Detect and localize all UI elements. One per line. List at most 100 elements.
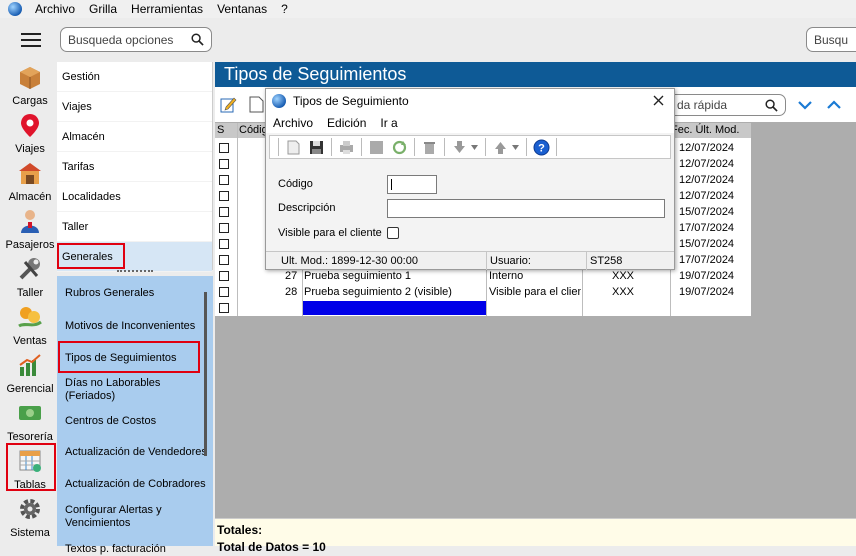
row-checkbox[interactable] [219,191,229,201]
row-checkbox[interactable] [219,303,229,313]
sidebar-gerencial[interactable]: Gerencial [0,352,60,395]
edit-icon[interactable] [220,96,237,113]
stop-icon[interactable] [368,139,385,156]
global-search-input[interactable]: Busqu [806,27,856,52]
user-label: Usuario: [490,255,531,267]
dialog-menu-edicion[interactable]: Edición [327,116,366,130]
codigo-input[interactable] [387,175,437,194]
arrow-down-icon[interactable] [451,139,468,156]
tipos-seguimiento-dialog: Tipos de Seguimiento Archivo Edición Ir … [265,88,675,270]
generales-highlight-box [57,243,125,269]
row-checkbox[interactable] [219,143,229,153]
table-row[interactable]: 28 Prueba seguimiento 2 (visible) Visibl… [215,284,751,300]
sidebar-sistema[interactable]: Sistema [0,496,60,539]
row-checkbox[interactable] [219,159,229,169]
menu-item-taller[interactable]: Taller [57,212,212,242]
menu-archivo[interactable]: Archivo [28,2,82,16]
sidebar-pasajeros[interactable]: Pasajeros [0,208,60,251]
row-checkbox[interactable] [219,239,229,249]
sidebar-ventas[interactable]: Ventas [0,304,60,347]
menu-item-almacen[interactable]: Almacén [57,122,212,152]
col-header-s[interactable]: S [217,124,224,136]
new-document-icon[interactable] [249,96,264,113]
sidebar-taller[interactable]: Taller [0,256,60,299]
descripcion-label: Descripción [278,202,336,214]
delete-icon[interactable] [421,139,438,156]
dialog-statusbar: Ult. Mod.: 1899-12-30 00:00 Usuario: ST2… [266,251,674,270]
wrench-icon [19,258,40,280]
table-row[interactable]: 27 Prueba seguimiento 1 Interno XXX 19/0… [215,268,751,284]
tablas-highlight-box [6,443,56,491]
row-checkbox[interactable] [219,175,229,185]
menu-item-gestion[interactable]: Gestión [57,62,212,92]
options-search-input[interactable]: Busqueda opciones [60,27,212,52]
search-icon[interactable] [765,99,778,112]
dropdown-arrow-icon[interactable] [471,144,478,150]
row-checkbox[interactable] [219,271,229,281]
chart-icon [19,354,41,376]
table-row-new[interactable] [215,300,751,316]
arrow-up-icon[interactable] [492,139,509,156]
totals-panel: Totales: Total de Datos = 10 [215,518,856,554]
menu-item-tarifas[interactable]: Tarifas [57,152,212,182]
submenu-scrollbar[interactable] [204,292,207,456]
sidebar-viajes[interactable]: Viajes [0,112,60,155]
save-icon[interactable] [308,139,325,156]
help-icon[interactable]: ? [533,139,550,156]
submenu-configurar-alertas[interactable]: Configurar Alertas y Vencimientos [57,500,213,534]
codigo-label: Código [278,178,313,190]
print-icon[interactable] [338,139,355,156]
warehouse-icon [19,163,41,184]
submenu-rubros-generales[interactable]: Rubros Generales [57,276,213,310]
col-header-fecha[interactable]: Fec. Últ. Mod. [671,124,739,136]
dialog-menu-ir-a[interactable]: Ir a [380,116,397,130]
svg-text:?: ? [538,142,545,154]
last-modified-text: Ult. Mod.: 1899-12-30 00:00 [281,255,418,267]
menubar: Archivo Grilla Herramientas Ventanas ? [0,0,856,18]
search-icon[interactable] [191,33,204,46]
quick-search-input[interactable]: da rápida [664,94,786,116]
dialog-title: Tipos de Seguimiento [293,94,409,108]
menu-help[interactable]: ? [274,2,295,16]
submenu-panel: Rubros Generales Motivos de Inconvenient… [57,276,213,555]
sidebar-tesoreria[interactable]: Tesorería [0,400,60,443]
dropdown-arrow-icon[interactable] [512,144,519,150]
sidebar-almacen[interactable]: Almacén [0,160,60,203]
menu-item-viajes[interactable]: Viajes [57,92,212,122]
selected-cell[interactable] [303,301,486,315]
col-header-codigo[interactable]: Códig [239,124,268,136]
dialog-menu-archivo[interactable]: Archivo [273,116,313,130]
chevron-up-icon[interactable] [826,99,842,111]
page-title: Tipos de Seguimientos [215,62,856,87]
row-checkbox[interactable] [219,255,229,265]
row-checkbox[interactable] [219,223,229,233]
menu-item-localidades[interactable]: Localidades [57,182,212,212]
user-value: ST258 [590,255,623,267]
row-checkbox[interactable] [219,207,229,217]
submenu-dias-no-laborables[interactable]: Días no Laborables (Feriados) [57,374,213,406]
submenu-actualizacion-cobradores[interactable]: Actualización de Cobradores [57,469,213,500]
box-icon [20,67,40,89]
row-checkbox[interactable] [219,287,229,297]
passenger-icon [21,210,39,233]
chevron-down-icon[interactable] [797,99,813,111]
submenu-centros-costos[interactable]: Centros de Costos [57,406,213,436]
hamburger-menu-icon[interactable] [21,33,41,47]
descripcion-input[interactable] [387,199,665,218]
menu-ventanas[interactable]: Ventanas [210,2,274,16]
refresh-icon[interactable] [391,139,408,156]
close-icon[interactable] [653,95,664,106]
submenu-motivos-inconvenientes[interactable]: Motivos de Inconvenientes [57,310,213,342]
menu-herramientas[interactable]: Herramientas [124,2,210,16]
dialog-menubar: Archivo Edición Ir a [266,113,674,133]
map-pin-icon [21,114,39,137]
splitter-handle[interactable] [117,270,153,273]
visible-cliente-checkbox[interactable] [387,227,399,239]
dialog-titlebar[interactable]: Tipos de Seguimiento [266,89,674,113]
submenu-textos-facturacion[interactable]: Textos p. facturación [57,534,213,556]
visible-cliente-label: Visible para el cliente [278,227,382,239]
menu-grilla[interactable]: Grilla [82,2,124,16]
sidebar-cargas[interactable]: Cargas [0,64,60,107]
new-record-icon[interactable] [285,139,302,156]
submenu-actualizacion-vendedores[interactable]: Actualización de Vendedores [57,436,213,469]
